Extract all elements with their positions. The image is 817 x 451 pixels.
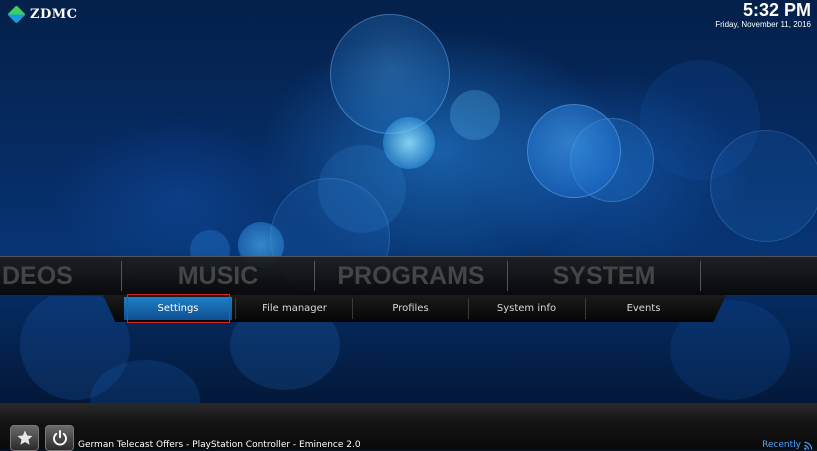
menu-divider — [314, 261, 315, 291]
submenu-divider — [352, 298, 353, 319]
bokeh-circle — [710, 130, 817, 242]
clock: 5:32 PM Friday, November 11, 2016 — [715, 0, 811, 30]
bokeh-circle — [450, 90, 500, 140]
menu-divider — [507, 261, 508, 291]
submenu-item-file-manager[interactable]: File manager — [238, 295, 351, 322]
wallpaper — [0, 0, 817, 449]
clock-date: Friday, November 11, 2016 — [715, 20, 811, 29]
logo-text: ZDMC — [30, 6, 78, 22]
power-button[interactable] — [45, 425, 74, 451]
logo-icon — [7, 4, 26, 24]
submenu-item-profiles[interactable]: Profiles — [354, 295, 467, 322]
submenu-divider — [468, 298, 469, 319]
menu-divider — [700, 261, 701, 291]
star-icon — [17, 430, 32, 445]
main-menu-item-programs[interactable]: PROGRAMS — [316, 257, 506, 295]
power-icon — [52, 429, 67, 446]
main-menu-item-videos[interactable]: DEOS — [0, 257, 122, 295]
favourites-button[interactable] — [10, 425, 39, 451]
bokeh-circle — [330, 14, 450, 134]
submenu-item-events[interactable]: Events — [587, 295, 700, 322]
main-menu: DEOS MUSIC PROGRAMS SYSTEM — [0, 256, 817, 296]
main-menu-item-system[interactable]: SYSTEM — [509, 257, 699, 295]
submenu-divider — [585, 298, 586, 319]
menu-divider — [121, 261, 122, 291]
main-menu-item-music[interactable]: MUSIC — [123, 257, 313, 295]
submenu-divider — [235, 298, 236, 319]
app-logo: ZDMC — [7, 4, 78, 24]
focus-outline — [127, 294, 230, 323]
bokeh-circle — [527, 104, 621, 198]
submenu-item-system-info[interactable]: System info — [470, 295, 583, 322]
clock-time: 5:32 PM — [742, 0, 811, 20]
rss-icon — [804, 441, 813, 450]
